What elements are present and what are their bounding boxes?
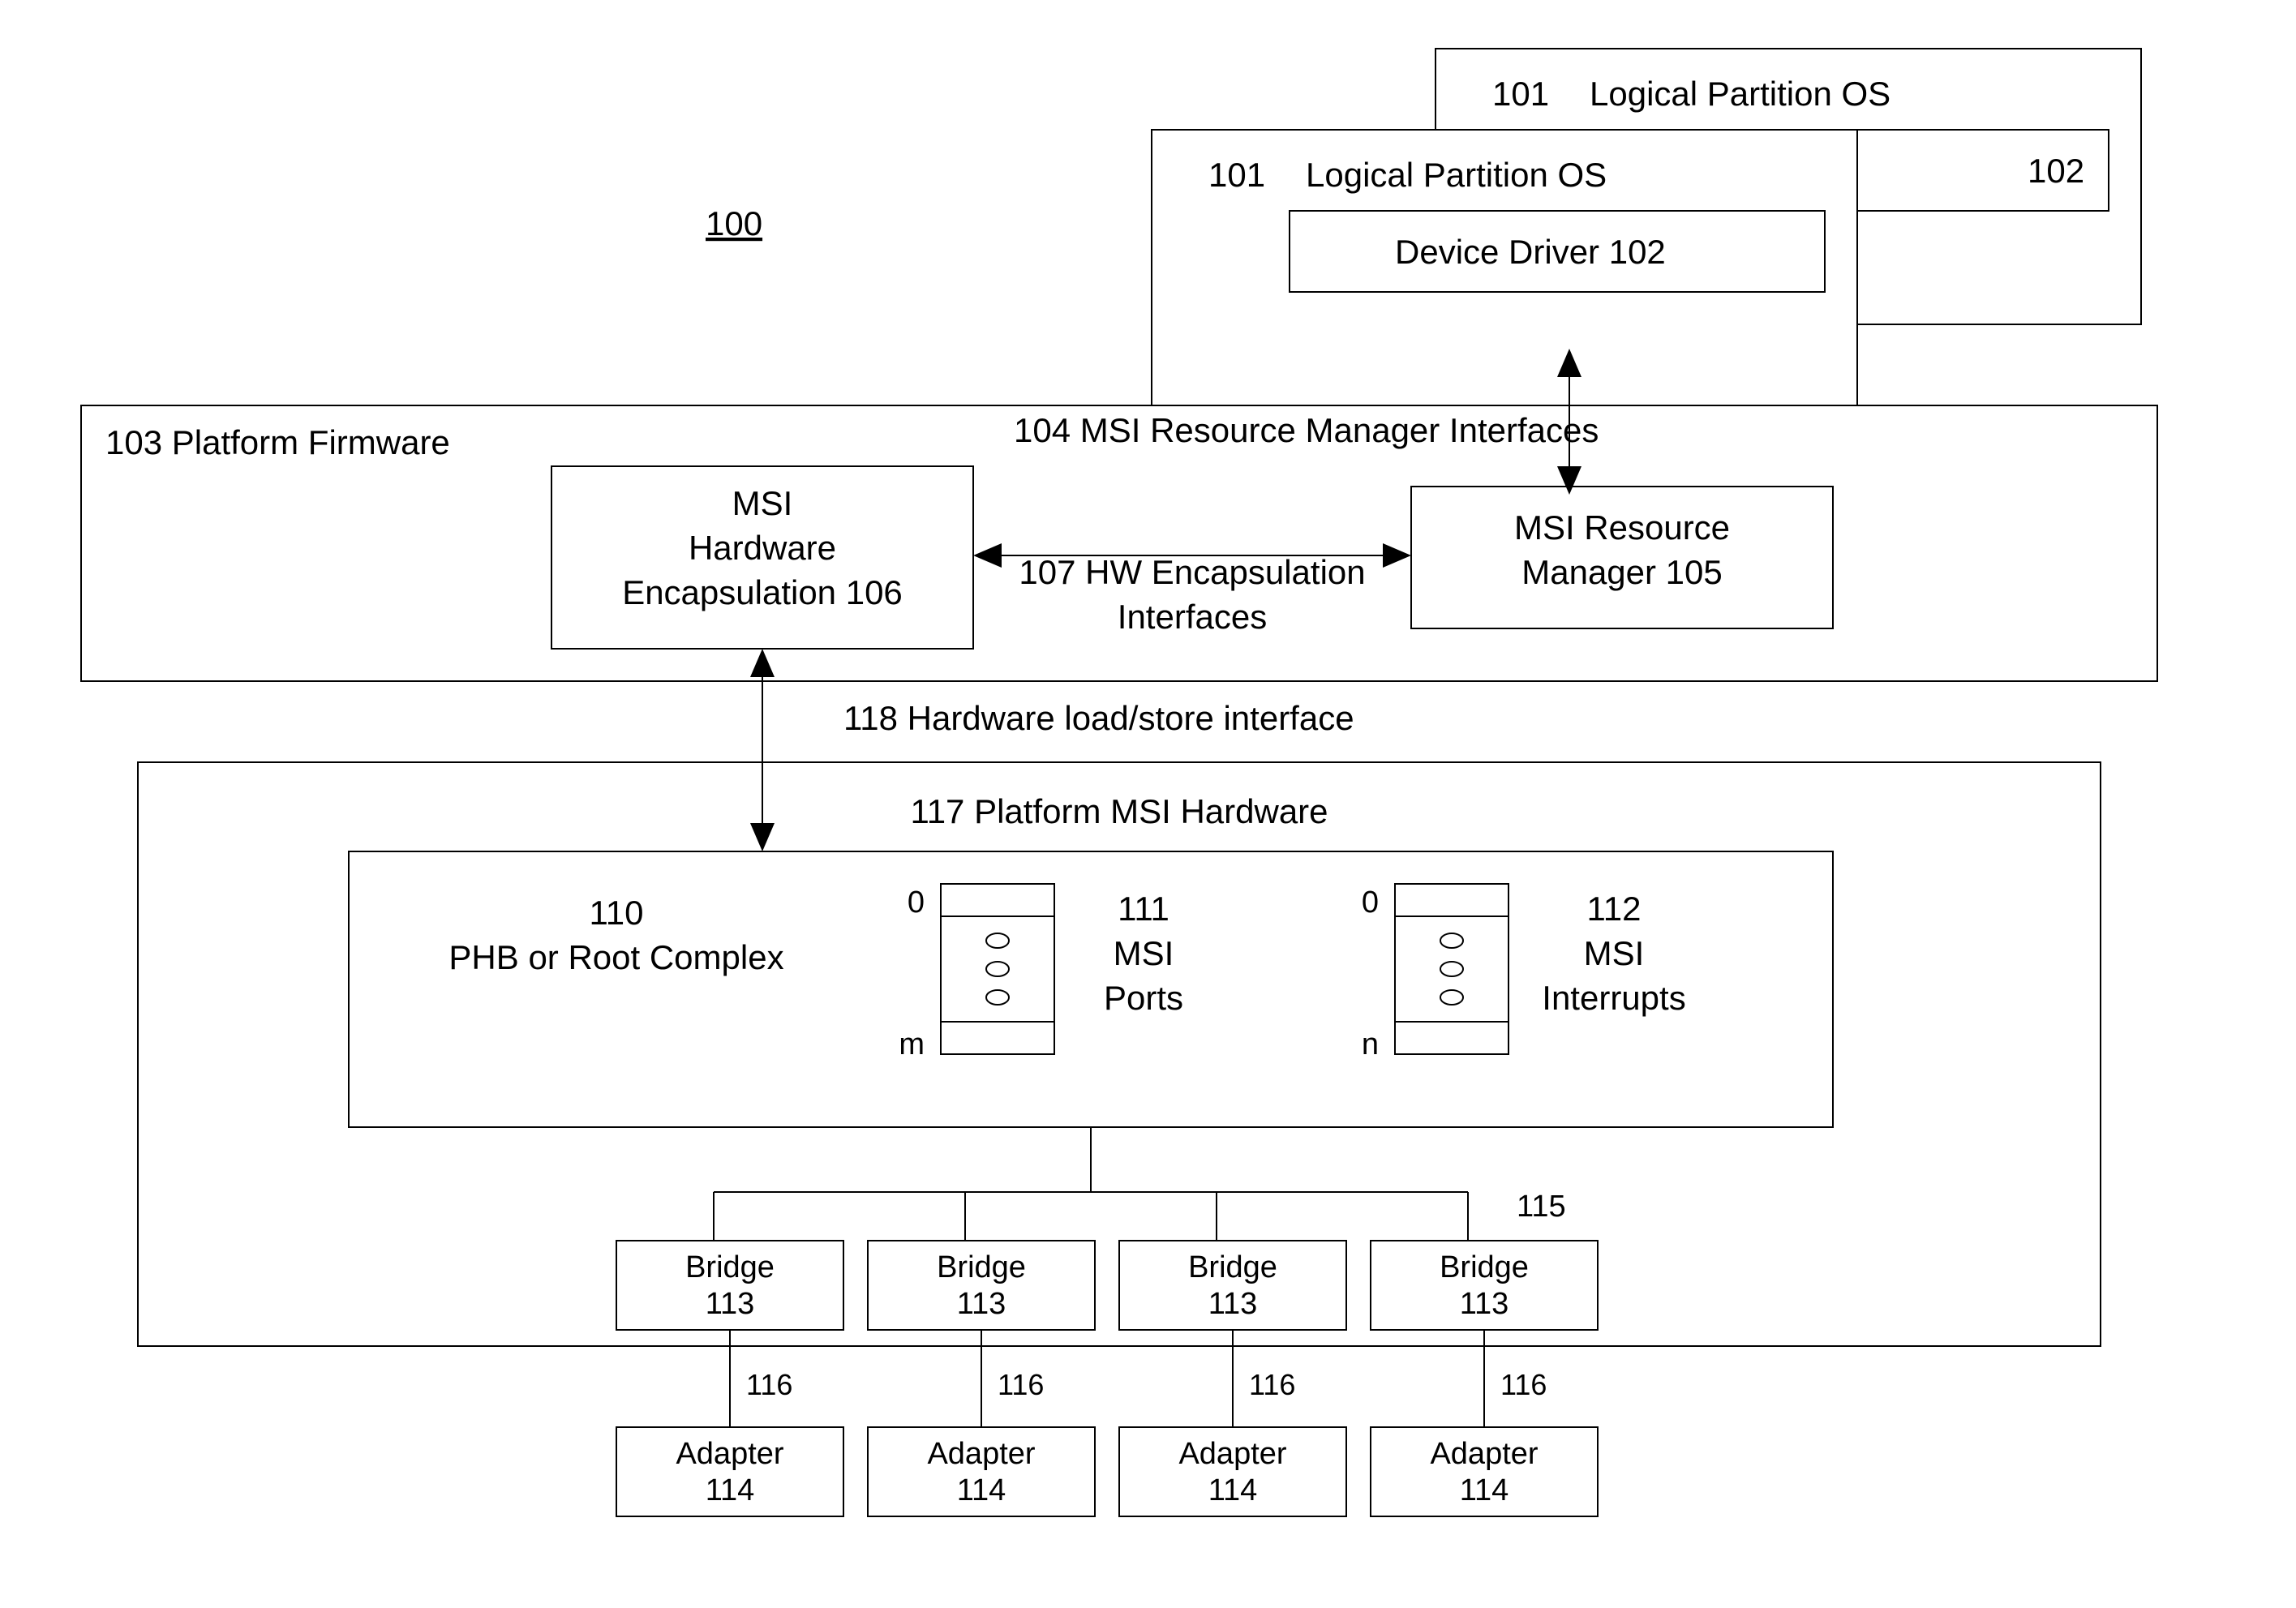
firmware-ref-label: 103 Platform Firmware [105,423,450,461]
adapter-ref: 114 [706,1473,755,1507]
bridge-ref: 113 [1460,1287,1509,1321]
load-store-label: 118 Hardware load/store interface [843,699,1354,737]
adapter-conn-label: 116 [998,1368,1044,1401]
ports-l1: MSI [1114,934,1174,972]
lp-back-driver-ref: 102 [2028,152,2084,190]
lp-front-ref: 101 [1208,156,1265,194]
bridge-label: Bridge [1440,1250,1529,1284]
bridge-box: Bridge113 [868,1241,1095,1330]
adapter-conn-label: 116 [1500,1368,1547,1401]
ints-top: 0 [1362,885,1379,920]
adapter-label: Adapter [1430,1437,1538,1471]
ports-bottom: m [899,1027,925,1061]
adapter-ref: 114 [1208,1473,1258,1507]
hardware-container: 117 Platform MSI Hardware 110 PHB or Roo… [138,762,2101,1516]
diagram-ref: 100 [706,204,762,242]
bridge-label: Bridge [685,1250,775,1284]
bridge-box: Bridge113 [616,1241,843,1330]
architecture-diagram: 100 101 Logical Partition OS 102 101 Log… [0,0,2296,1604]
mgr-l2: Manager 105 [1521,553,1723,591]
ints-l2: Interrupts [1542,979,1685,1017]
ints-bottom: n [1362,1027,1379,1061]
adapter-label: Adapter [1178,1437,1286,1471]
adapter-label: Adapter [927,1437,1035,1471]
adapter-box: 116 Adapter114 [1119,1330,1346,1516]
ports-ref: 111 [1118,890,1169,928]
hw-encap-l2: Interfaces [1118,598,1267,636]
encap-l1: MSI [732,484,793,522]
hw-title: 117 Platform MSI Hardware [910,792,1328,830]
lp-back-title: Logical Partition OS [1590,75,1890,113]
tree-label: 115 [1517,1190,1566,1224]
hw-encap-l1: 107 HW Encapsulation [1019,553,1365,591]
ints-ref: 112 [1587,890,1642,928]
bus-tree [714,1127,1468,1241]
adapter-conn-label: 116 [1249,1368,1295,1401]
mgr-l1: MSI Resource [1514,508,1730,547]
adapter-conn-label: 116 [746,1368,792,1401]
lp-front-title: Logical Partition OS [1306,156,1607,194]
encap-l2: Hardware [689,529,836,567]
adapter-row: 116Adapter114116Adapter114116Adapter1141… [616,1330,1598,1516]
bridge-box: Bridge113 [1119,1241,1346,1330]
bridge-label: Bridge [937,1250,1026,1284]
bridge-label: Bridge [1188,1250,1277,1284]
logical-partition-front: 101 Logical Partition OS Device Driver 1… [1152,130,1857,405]
bridge-ref: 113 [706,1287,755,1321]
ports-l2: Ports [1104,979,1183,1017]
msi-rm-interfaces-label: 104 MSI Resource Manager Interfaces [1014,411,1599,449]
bridge-ref: 113 [1208,1287,1258,1321]
ints-l1: MSI [1584,934,1645,972]
encap-l3: Encapsulation 106 [622,573,903,611]
bridge-box: Bridge113 [1371,1241,1598,1330]
bridge-ref: 113 [957,1287,1006,1321]
adapter-box: 116 Adapter114 [1371,1330,1598,1516]
adapter-box: 116 Adapter114 [868,1330,1095,1516]
phb-label: PHB or Root Complex [448,938,783,976]
ports-top: 0 [908,885,925,920]
bridge-row: Bridge113Bridge113Bridge113Bridge113 [616,1241,1598,1330]
adapter-label: Adapter [676,1437,783,1471]
lp-front-driver: Device Driver 102 [1395,233,1666,271]
adapter-ref: 114 [1460,1473,1509,1507]
adapter-ref: 114 [957,1473,1006,1507]
lp-back-ref: 101 [1492,75,1549,113]
phb-ref: 110 [590,894,644,932]
adapter-box: 116 Adapter114 [616,1330,843,1516]
